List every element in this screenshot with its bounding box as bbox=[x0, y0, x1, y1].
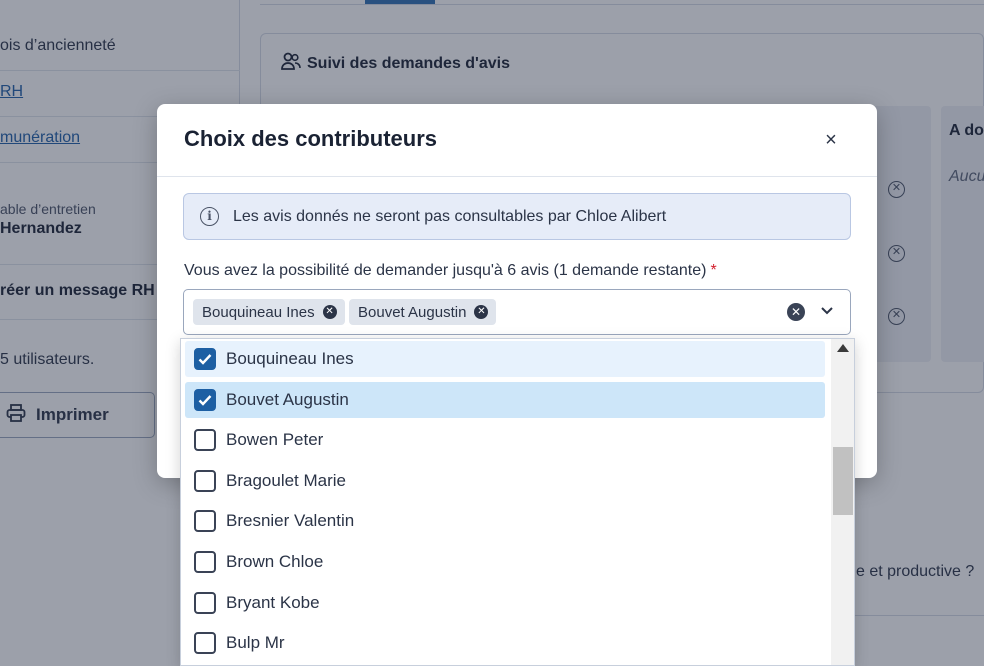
chevron-down-icon[interactable] bbox=[820, 303, 834, 317]
remove-chip-icon[interactable]: ✕ bbox=[474, 305, 489, 319]
checkbox-unchecked-icon[interactable] bbox=[194, 632, 216, 654]
option-label: Bowen Peter bbox=[226, 430, 324, 449]
contributors-field-label: Vous avez la possibilité de demander jus… bbox=[184, 262, 717, 280]
contributor-option[interactable]: Bouvet Augustin bbox=[185, 382, 825, 418]
contributors-multiselect[interactable]: Bouquineau Ines ✕ Bouvet Augustin ✕ ✕ bbox=[183, 289, 851, 335]
contributor-option[interactable]: Bryant Kobe bbox=[185, 585, 825, 621]
option-label: Bryant Kobe bbox=[226, 593, 320, 612]
option-label: Bresnier Valentin bbox=[226, 511, 355, 530]
option-label: Bragoulet Marie bbox=[226, 471, 347, 490]
scrollbar[interactable] bbox=[831, 339, 854, 665]
selected-chip: Bouquineau Ines ✕ bbox=[193, 299, 345, 325]
chip-label: Bouvet Augustin bbox=[358, 303, 467, 321]
checkbox-unchecked-icon[interactable] bbox=[194, 592, 216, 614]
info-icon: i bbox=[200, 207, 219, 226]
modal-title: Choix des contributeurs bbox=[184, 126, 438, 151]
clear-all-icon[interactable]: ✕ bbox=[787, 303, 805, 321]
info-text: Les avis donnés ne seront pas consultabl… bbox=[233, 207, 667, 225]
contributor-option[interactable]: Bragoulet Marie bbox=[185, 463, 825, 499]
scrollbar-thumb[interactable] bbox=[833, 447, 853, 515]
option-label: Bulp Mr bbox=[226, 633, 285, 652]
checkbox-unchecked-icon[interactable] bbox=[194, 551, 216, 573]
option-label: Bouvet Augustin bbox=[226, 390, 349, 409]
option-label: Bouquineau Ines bbox=[226, 349, 354, 368]
required-asterisk: * bbox=[710, 262, 717, 279]
selected-chip: Bouvet Augustin ✕ bbox=[349, 299, 497, 325]
checkbox-checked-icon[interactable] bbox=[194, 348, 216, 370]
scroll-up-arrow-icon[interactable] bbox=[837, 344, 849, 352]
contributor-option[interactable]: Bowen Peter bbox=[185, 422, 825, 458]
checkbox-unchecked-icon[interactable] bbox=[194, 429, 216, 451]
chip-label: Bouquineau Ines bbox=[202, 303, 315, 321]
contributors-options-list: Bulp Mr Bryant Kobe Brown Chloe Bresnier Va… bbox=[180, 338, 855, 666]
modal-header: Choix des contributeurs × bbox=[157, 104, 877, 177]
remove-chip-icon[interactable]: ✕ bbox=[322, 305, 337, 319]
contributor-option[interactable]: Bulp Mr bbox=[185, 625, 825, 661]
contributor-option[interactable]: Brown Chloe bbox=[185, 544, 825, 580]
checkbox-unchecked-icon[interactable] bbox=[194, 510, 216, 532]
info-alert: i Les avis donnés ne seront pas consulta… bbox=[183, 193, 851, 240]
option-label: Brown Chloe bbox=[226, 552, 324, 571]
field-label-text: Vous avez la possibilité de demander jus… bbox=[184, 262, 707, 279]
checkbox-checked-icon[interactable] bbox=[194, 389, 216, 411]
contributor-option[interactable]: Bresnier Valentin bbox=[185, 503, 825, 539]
contributor-option[interactable]: Bouquineau Ines bbox=[185, 341, 825, 377]
close-icon[interactable]: × bbox=[821, 130, 841, 150]
checkbox-unchecked-icon[interactable] bbox=[194, 470, 216, 492]
